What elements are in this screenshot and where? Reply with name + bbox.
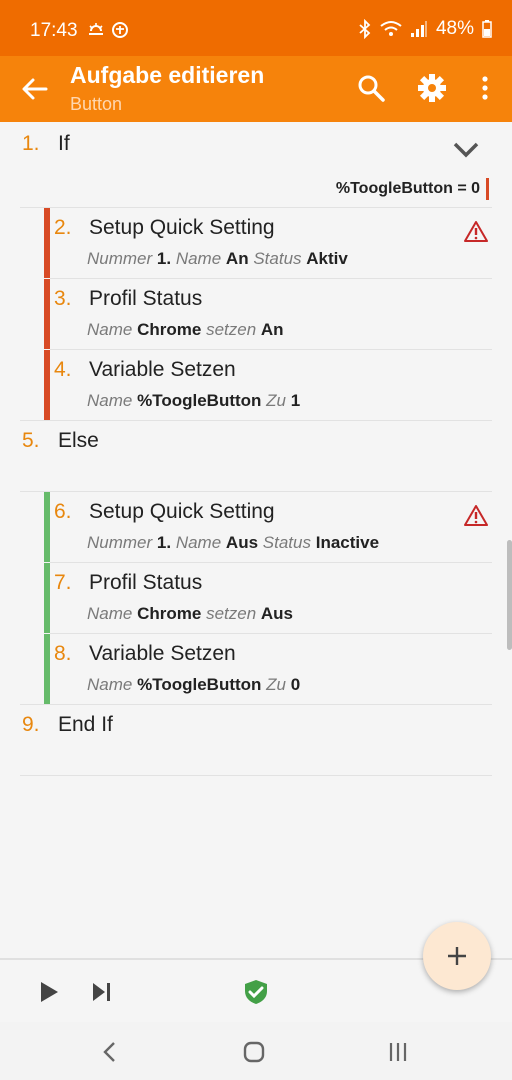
plus-icon bbox=[448, 947, 466, 965]
condition-marker bbox=[486, 178, 489, 200]
more-vert-icon[interactable] bbox=[470, 73, 500, 103]
skip-next-icon[interactable] bbox=[90, 980, 114, 1004]
action-row[interactable]: 8. Variable Setzen Name %ToogleButton Zu… bbox=[0, 634, 512, 704]
nav-recents-icon[interactable] bbox=[386, 1040, 410, 1064]
action-name: Setup Quick Setting bbox=[89, 500, 275, 523]
action-params: Nummer 1. Name An Status Aktiv bbox=[87, 249, 348, 269]
param-key: setzen bbox=[206, 320, 257, 339]
action-name: Profil Status bbox=[89, 571, 203, 594]
action-row[interactable]: 7. Profil Status Name Chrome setzen Aus bbox=[0, 563, 512, 633]
action-params: Name %ToogleButton Zu 1 bbox=[87, 391, 300, 411]
param-key: Name bbox=[87, 391, 133, 410]
action-number: 8. bbox=[54, 642, 72, 665]
action-name: Variable Setzen bbox=[89, 358, 236, 381]
action-params: Name %ToogleButton Zu 0 bbox=[87, 675, 300, 695]
tasker-notification-icon bbox=[112, 22, 128, 38]
nav-home-icon[interactable] bbox=[242, 1040, 266, 1064]
param-key: Nummer bbox=[87, 249, 153, 268]
action-number: 6. bbox=[54, 500, 72, 523]
divider bbox=[20, 775, 492, 776]
param-key: Status bbox=[253, 249, 302, 268]
param-value: 1 bbox=[290, 391, 301, 410]
param-value: 1. bbox=[156, 249, 172, 268]
action-number: 2. bbox=[54, 216, 72, 239]
action-number: 1. bbox=[22, 132, 40, 155]
param-value: Aktiv bbox=[306, 249, 348, 268]
action-row[interactable]: 3. Profil Status Name Chrome setzen An bbox=[0, 279, 512, 349]
bluetooth-icon bbox=[359, 19, 371, 39]
action-name: Profil Status bbox=[89, 287, 203, 310]
action-number: 5. bbox=[22, 429, 40, 452]
param-key: Name bbox=[87, 604, 133, 623]
param-key: Nummer bbox=[87, 533, 153, 552]
scrollbar[interactable] bbox=[507, 540, 512, 650]
action-number: 3. bbox=[54, 287, 72, 310]
param-value: Aus bbox=[225, 533, 259, 552]
status-right: 48% bbox=[358, 18, 492, 40]
play-icon[interactable] bbox=[38, 980, 60, 1004]
add-action-button[interactable] bbox=[423, 922, 491, 990]
action-params: Name Chrome setzen Aus bbox=[87, 604, 293, 624]
param-key: Name bbox=[175, 533, 222, 552]
param-value: Inactive bbox=[315, 533, 380, 552]
param-value: Chrome bbox=[137, 604, 202, 623]
action-number: 7. bbox=[54, 571, 72, 594]
param-value: An bbox=[225, 249, 249, 268]
param-value: 0 bbox=[290, 675, 301, 694]
action-name: End If bbox=[58, 713, 113, 736]
nav-back-icon[interactable] bbox=[100, 1040, 120, 1064]
signal-icon bbox=[410, 21, 427, 37]
param-key: Name bbox=[87, 320, 133, 339]
param-value: Aus bbox=[260, 604, 294, 623]
param-key: Zu bbox=[266, 391, 286, 410]
battery-icon bbox=[482, 20, 492, 38]
page-title: Aufgabe editieren bbox=[70, 62, 265, 88]
wifi-icon bbox=[380, 21, 402, 36]
action-params: Nummer 1. Name Aus Status Inactive bbox=[87, 533, 379, 553]
action-name: Setup Quick Setting bbox=[89, 216, 275, 239]
back-arrow-icon[interactable] bbox=[18, 72, 52, 106]
param-key: Status bbox=[262, 533, 311, 552]
weather-icon bbox=[89, 23, 103, 35]
system-nav-bar bbox=[0, 1022, 512, 1080]
param-key: Name bbox=[87, 675, 133, 694]
action-row[interactable]: 4. Variable Setzen Name %ToogleButton Zu… bbox=[0, 350, 512, 420]
param-value: An bbox=[260, 320, 284, 339]
action-name: Variable Setzen bbox=[89, 642, 236, 665]
battery-percent: 48% bbox=[435, 18, 474, 39]
search-icon[interactable] bbox=[356, 73, 386, 103]
action-number: 4. bbox=[54, 358, 72, 381]
param-value: %ToogleButton bbox=[137, 675, 262, 694]
action-row[interactable]: 5. Else bbox=[0, 421, 512, 491]
action-row[interactable]: 6. Setup Quick Setting Nummer 1. Name Au… bbox=[0, 492, 512, 562]
gear-icon[interactable] bbox=[417, 73, 447, 103]
action-row[interactable]: 9. End If bbox=[0, 705, 512, 775]
param-key: Name bbox=[175, 249, 222, 268]
action-params: Name Chrome setzen An bbox=[87, 320, 284, 340]
page-subtitle: Button bbox=[70, 94, 123, 114]
warning-icon[interactable] bbox=[464, 220, 488, 242]
action-number: 9. bbox=[22, 713, 40, 736]
param-value: %ToogleButton bbox=[137, 391, 262, 410]
param-key: Zu bbox=[266, 675, 286, 694]
shield-check-icon[interactable] bbox=[242, 978, 270, 1006]
warning-icon[interactable] bbox=[464, 504, 488, 526]
action-row[interactable]: 1. If %ToogleButton = 0 bbox=[0, 122, 512, 206]
action-name: Else bbox=[58, 429, 99, 452]
action-name: If bbox=[58, 132, 70, 155]
action-row[interactable]: 2. Setup Quick Setting Nummer 1. Name An… bbox=[0, 208, 512, 278]
status-bar: 17:43 48% bbox=[0, 0, 512, 56]
if-condition: %ToogleButton = 0 bbox=[335, 180, 480, 197]
status-time: 17:43 bbox=[30, 20, 78, 41]
param-value: 1. bbox=[156, 533, 172, 552]
chevron-down-icon[interactable] bbox=[452, 140, 480, 160]
param-value: Chrome bbox=[137, 320, 202, 339]
param-key: setzen bbox=[206, 604, 257, 623]
app-bar: Aufgabe editieren Button bbox=[0, 56, 512, 122]
